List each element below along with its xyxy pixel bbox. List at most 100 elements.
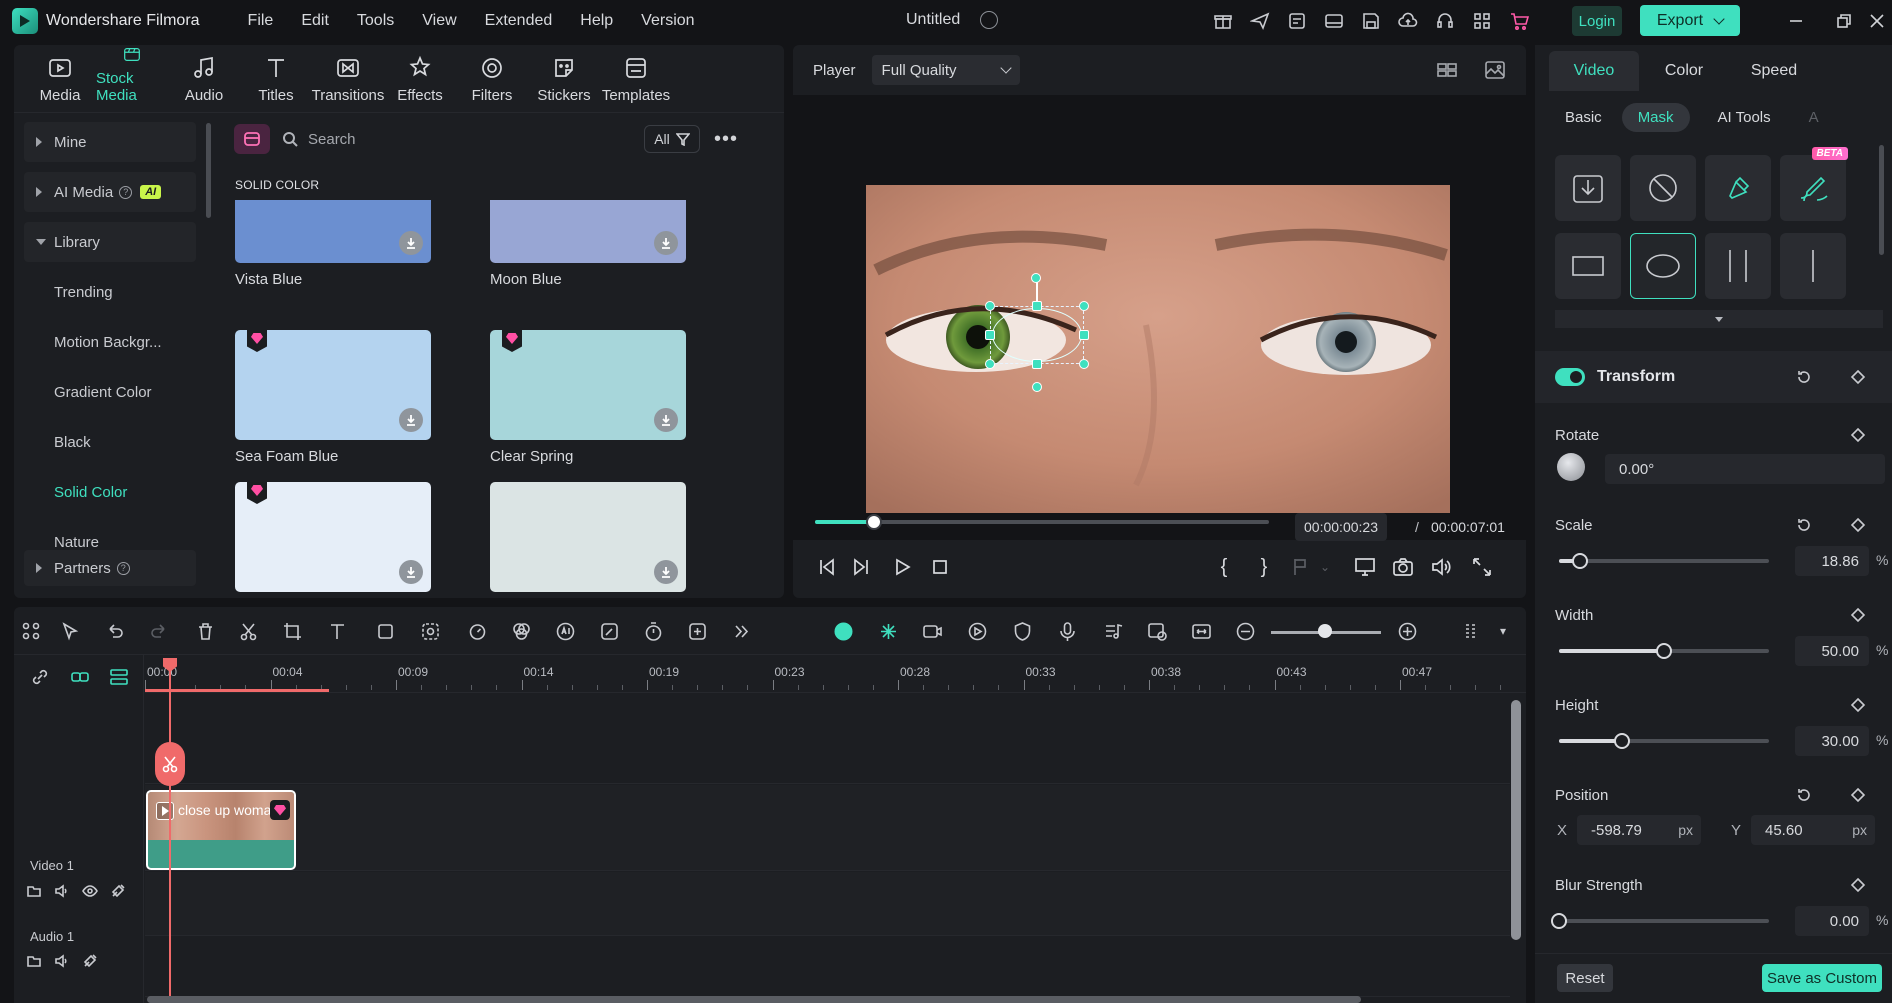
keyframe-icon[interactable] xyxy=(1848,367,1868,387)
tab-transitions[interactable]: Transitions xyxy=(312,45,384,112)
ai-select-icon[interactable] xyxy=(419,620,441,642)
timeline-settings-icon[interactable] xyxy=(1461,620,1483,642)
mask-pen-tile[interactable] xyxy=(1705,155,1771,221)
keyframe-icon[interactable] xyxy=(1848,875,1868,895)
mark-out-icon[interactable]: } xyxy=(1252,555,1276,579)
cloud-upload-icon[interactable] xyxy=(1397,10,1419,32)
stock-card[interactable]: Pale Nebulous Blue xyxy=(235,482,431,598)
tab-titles[interactable]: Titles xyxy=(240,45,312,112)
menu-extended[interactable]: Extended xyxy=(471,12,567,30)
more-options-icon[interactable]: ••• xyxy=(714,128,738,151)
display-icon[interactable] xyxy=(1353,555,1377,579)
tab-templates[interactable]: Templates xyxy=(600,45,672,112)
ai-audio-icon[interactable] xyxy=(554,620,576,642)
height-slider[interactable] xyxy=(1559,733,1769,749)
mask-double-line-tile[interactable] xyxy=(1705,233,1771,299)
next-frame-icon[interactable] xyxy=(849,555,873,579)
send-icon[interactable] xyxy=(1249,10,1271,32)
slider-knob[interactable] xyxy=(1656,643,1672,659)
layout-icon[interactable] xyxy=(1323,10,1345,32)
shape-icon[interactable] xyxy=(375,620,397,642)
download-icon[interactable] xyxy=(399,408,423,432)
previous-frame-icon[interactable] xyxy=(815,555,839,579)
download-icon[interactable] xyxy=(399,231,423,255)
zoom-in-icon[interactable] xyxy=(1396,620,1418,642)
blur-slider[interactable] xyxy=(1551,913,1769,929)
fit-timeline-icon[interactable] xyxy=(1190,620,1212,642)
mask-none-tile[interactable] xyxy=(1630,155,1696,221)
stop-icon[interactable] xyxy=(928,555,952,579)
empty-track-area[interactable] xyxy=(145,694,1510,784)
speed-icon[interactable] xyxy=(466,620,488,642)
timeline-settings-dropdown-icon[interactable]: ▾ xyxy=(1492,620,1514,642)
rotate-input[interactable]: 0.00° xyxy=(1605,454,1885,484)
music-list-icon[interactable] xyxy=(1102,620,1124,642)
sidebar-item-trending[interactable]: Trending xyxy=(24,272,196,312)
add-marker-icon[interactable] xyxy=(686,620,708,642)
reset-icon[interactable] xyxy=(1794,515,1814,535)
login-button[interactable]: Login xyxy=(1572,6,1622,36)
delete-icon[interactable] xyxy=(194,620,216,642)
split-at-playhead-button[interactable] xyxy=(155,742,185,786)
track-manager-icon[interactable] xyxy=(108,666,130,688)
folder-icon[interactable] xyxy=(26,953,42,969)
sidebar-item-mine[interactable]: Mine xyxy=(24,122,196,162)
stock-card[interactable]: Vista Blue xyxy=(235,200,431,288)
close-icon[interactable] xyxy=(1866,10,1888,32)
width-input[interactable]: 50.00 xyxy=(1795,636,1869,666)
checklist-icon[interactable] xyxy=(1286,10,1308,32)
layout-grid-icon[interactable] xyxy=(20,620,42,642)
mask-handle-top[interactable] xyxy=(1032,301,1042,311)
work-area-range[interactable] xyxy=(145,689,329,692)
ai-copilot-icon[interactable] xyxy=(832,620,854,642)
save-as-custom-button[interactable]: Save as Custom xyxy=(1762,964,1882,992)
position-y-input[interactable]: 45.60 px xyxy=(1751,815,1875,845)
scale-slider[interactable] xyxy=(1559,553,1769,569)
timeline-ruler[interactable]: 00:00 00:04 00:09 00:14 00:19 00:23 00:28 00:33… xyxy=(145,655,1526,693)
lock-track-icon[interactable] xyxy=(82,953,98,969)
snapshot-view-icon[interactable] xyxy=(1484,59,1506,81)
empty-track-area[interactable] xyxy=(145,937,1510,997)
slider-knob[interactable] xyxy=(1614,733,1630,749)
progress-knob[interactable] xyxy=(866,514,883,530)
mask-handle-bottom[interactable] xyxy=(1032,359,1042,369)
slider-knob[interactable] xyxy=(1551,913,1567,929)
slider-knob[interactable] xyxy=(1572,553,1588,569)
properties-scrollbar[interactable] xyxy=(1879,145,1884,255)
tab-speed[interactable]: Speed xyxy=(1729,51,1819,91)
minimize-icon[interactable] xyxy=(1785,10,1807,32)
mask-handle-top-right[interactable] xyxy=(1079,301,1089,311)
speaker-icon[interactable] xyxy=(54,883,70,899)
zoom-out-icon[interactable] xyxy=(1234,620,1256,642)
stock-card[interactable]: Sea Foam Blue xyxy=(235,330,431,465)
gift-icon[interactable] xyxy=(1212,10,1234,32)
expand-masks[interactable] xyxy=(1555,310,1883,328)
sidebar-item-motion-backgrounds[interactable]: Motion Backgr... xyxy=(24,322,196,362)
help-icon[interactable]: ? xyxy=(119,185,133,199)
tab-audio[interactable]: Audio xyxy=(168,45,240,112)
keyframe-icon[interactable] xyxy=(1848,515,1868,535)
headset-icon[interactable] xyxy=(1434,10,1456,32)
render-preview-icon[interactable] xyxy=(1146,620,1168,642)
tab-color[interactable]: Color xyxy=(1639,51,1729,91)
color-icon[interactable] xyxy=(510,620,532,642)
mask-single-line-tile[interactable] xyxy=(1780,233,1846,299)
reset-icon[interactable] xyxy=(1794,785,1814,805)
sidebar-item-library[interactable]: Library xyxy=(24,222,196,262)
tab-filters[interactable]: Filters xyxy=(456,45,528,112)
keyframe-icon[interactable] xyxy=(1848,605,1868,625)
mask-ellipse-tile[interactable] xyxy=(1630,233,1696,299)
ai-edit-icon[interactable] xyxy=(598,620,620,642)
video-track-row[interactable] xyxy=(145,785,1510,871)
volume-icon[interactable] xyxy=(1429,555,1453,579)
menu-edit[interactable]: Edit xyxy=(287,12,343,30)
mask-feather-handle[interactable] xyxy=(1032,382,1042,392)
menu-help[interactable]: Help xyxy=(566,12,627,30)
playback-progress[interactable] xyxy=(815,514,1269,530)
split-icon[interactable] xyxy=(237,620,259,642)
search-input[interactable]: Search xyxy=(282,124,642,154)
magnet-link-icon[interactable] xyxy=(69,666,91,688)
text-icon[interactable] xyxy=(327,620,349,642)
mark-in-icon[interactable]: { xyxy=(1212,555,1236,579)
download-icon[interactable] xyxy=(654,560,678,584)
